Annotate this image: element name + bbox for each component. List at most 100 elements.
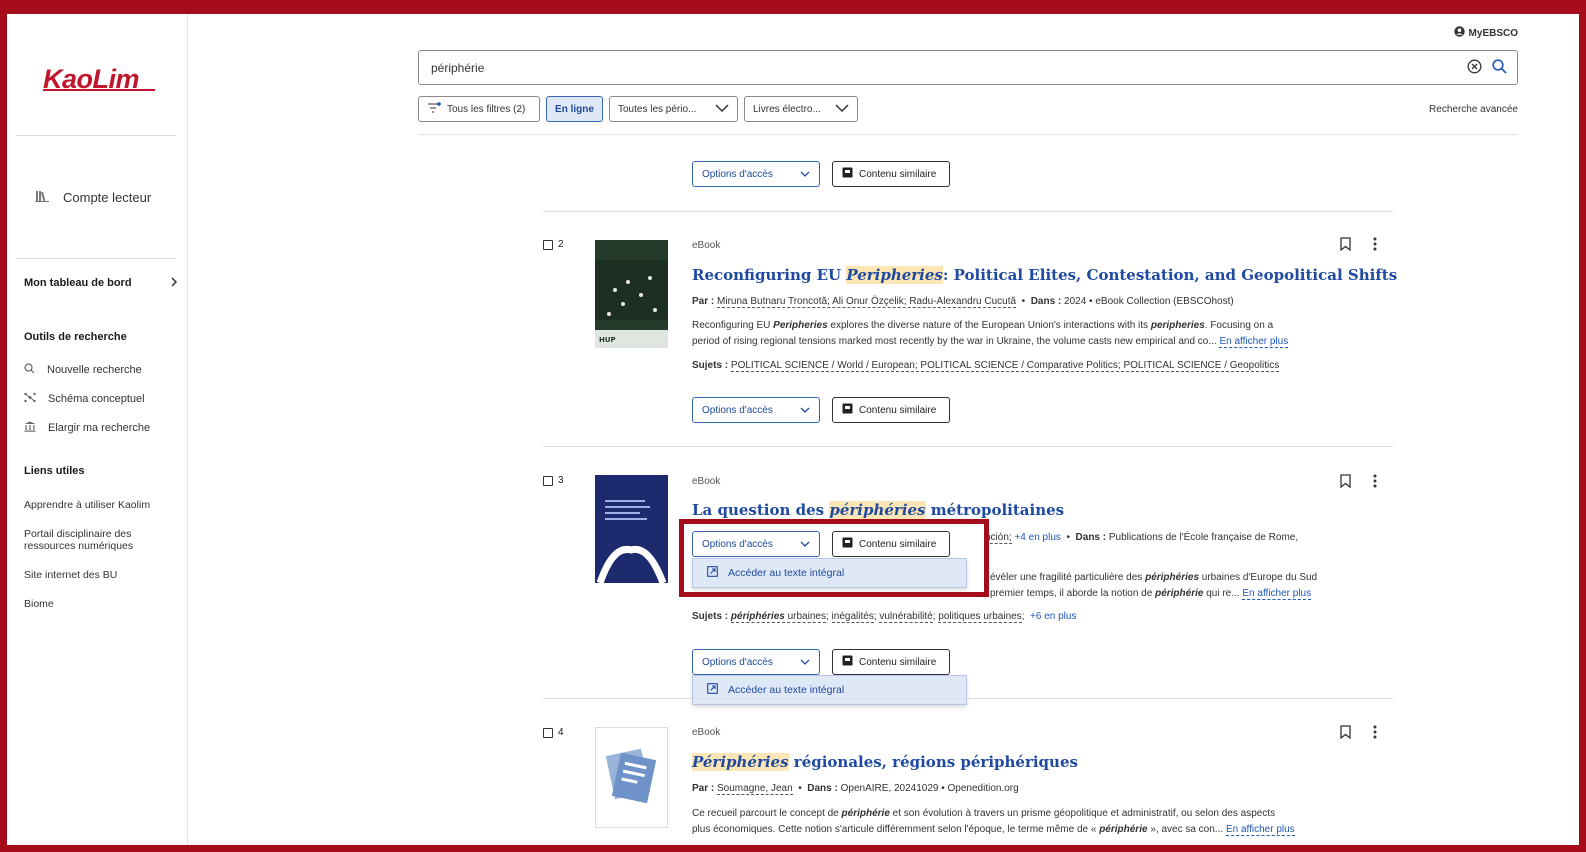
subjects-links[interactable]: POLITICAL SCIENCE / World / European; PO… — [730, 360, 1280, 372]
more-options-icon[interactable] — [1373, 725, 1377, 744]
similar-icon — [842, 655, 853, 669]
account-link[interactable]: Compte lecteur — [35, 190, 151, 205]
result-actions — [1340, 237, 1377, 256]
title-highlight: périphéries — [829, 501, 926, 519]
result-checkbox[interactable]: 3 — [543, 475, 564, 486]
myebsco-account[interactable]: MyEBSCO — [1453, 26, 1518, 40]
title-text: Reconfiguring EU — [692, 266, 847, 284]
concept-map-link[interactable]: Schéma conceptuel — [24, 392, 145, 406]
book-cover[interactable] — [595, 475, 668, 585]
subjects-label: Sujets : — [692, 611, 729, 622]
new-search-link[interactable]: Nouvelle recherche — [24, 363, 142, 377]
tools-heading: Outils de recherche — [24, 331, 127, 343]
access-options-label: Options d'accès — [702, 656, 773, 668]
result-title[interactable]: Périphéries régionales, régions périphér… — [692, 753, 1078, 771]
subject-link[interactable]: inégalités — [831, 611, 874, 623]
similar-content-button[interactable]: Contenu similaire — [832, 649, 950, 675]
show-more-link[interactable]: En afficher plus — [1225, 824, 1295, 836]
show-more-link[interactable]: En afficher plus — [1242, 588, 1312, 600]
fulltext-menu-item[interactable]: Accéder au texte intégral — [692, 675, 967, 705]
subject-link[interactable]: vulnérabilité — [879, 611, 933, 623]
highlight-box — [679, 519, 989, 597]
by-label: Par : — [692, 783, 715, 794]
chevron-down-icon — [800, 405, 810, 416]
concept-map-icon — [24, 392, 36, 406]
advanced-search-link[interactable]: Recherche avancée — [1429, 104, 1518, 115]
authors-link[interactable]: Soumagne, Jean — [717, 783, 793, 795]
logo-underline — [43, 89, 155, 91]
checkbox-box — [543, 727, 553, 738]
authors-link[interactable]: nción; — [985, 532, 1012, 544]
search-submit-icon[interactable] — [1492, 59, 1507, 77]
in-label: Dans : — [807, 783, 838, 794]
all-filters-button[interactable]: Tous les filtres (2) — [418, 96, 540, 122]
dashboard-link[interactable]: Mon tableau de bord — [24, 277, 178, 290]
access-options-button[interactable]: Options d'accès — [692, 397, 820, 423]
online-filter-button[interactable]: En ligne — [546, 96, 603, 122]
access-options-button[interactable]: Options d'accès — [692, 649, 820, 675]
similar-content-label: Contenu similaire — [859, 168, 937, 180]
result-title[interactable]: La question des périphéries métropolitai… — [692, 501, 1064, 519]
broaden-search-link[interactable]: Elargir ma recherche — [24, 421, 150, 435]
chevron-down-icon — [835, 103, 849, 115]
bookmark-icon[interactable] — [1340, 237, 1351, 256]
book-cover[interactable]: HUP — [595, 240, 668, 348]
external-link-icon — [707, 683, 718, 697]
chevron-right-icon — [170, 277, 178, 290]
fulltext-label: Accéder au texte intégral — [728, 684, 845, 696]
bu-website-link[interactable]: Site internet des BU — [24, 569, 174, 581]
authors-link[interactable]: Miruna Butnaru Troncotă; Ali Onur Özçeli… — [717, 296, 1017, 308]
library-icon — [24, 421, 36, 435]
search-icon — [24, 363, 35, 377]
result-subjects: Sujets : périphéries urbaines; inégalité… — [692, 611, 1077, 623]
document-placeholder-icon[interactable] — [595, 727, 668, 828]
myebsco-label: MyEBSCO — [1468, 27, 1518, 39]
portal-link[interactable]: Portail disciplinaire des ressources num… — [24, 528, 174, 552]
biome-link[interactable]: Biome — [24, 598, 174, 610]
search-input[interactable]: périphérie — [418, 50, 1518, 85]
show-more-link[interactable]: En afficher plus — [1219, 336, 1289, 348]
dashboard-label: Mon tableau de bord — [24, 277, 132, 289]
similar-content-button[interactable]: Contenu similaire — [832, 397, 950, 423]
in-label: Dans : — [1030, 296, 1062, 307]
access-options-label: Options d'accès — [702, 168, 773, 180]
more-subjects-link[interactable]: +6 en plus — [1030, 611, 1076, 622]
period-filter-dropdown[interactable]: Toutes les pério... — [609, 96, 738, 122]
svg-text:HUP: HUP — [599, 336, 616, 344]
user-icon — [1453, 26, 1465, 40]
bookmark-icon[interactable] — [1340, 725, 1351, 744]
result-separator — [543, 211, 1393, 212]
result-checkbox[interactable]: 2 — [543, 239, 564, 250]
checkbox-box — [543, 239, 553, 250]
result-number: 2 — [558, 239, 564, 250]
chevron-down-icon — [800, 169, 810, 180]
similar-content-label: Contenu similaire — [859, 656, 937, 668]
filter-bar: Tous les filtres (2) En ligne Toutes les… — [418, 96, 858, 122]
subject-link[interactable]: périphéries urbaines — [730, 611, 826, 623]
result-meta: nción; +4 en plus • Dans : Publications … — [985, 532, 1299, 544]
sidebar-divider — [16, 135, 176, 136]
checkbox-box — [543, 475, 553, 486]
title-text: métropolitaines — [925, 501, 1065, 519]
access-options-button[interactable]: Options d'accès — [692, 161, 820, 187]
learn-kaolim-link[interactable]: Apprendre à utiliser Kaolim — [24, 499, 174, 511]
result-title[interactable]: Reconfiguring EU Peripheries: Political … — [692, 266, 1397, 284]
more-options-icon[interactable] — [1373, 474, 1377, 493]
more-options-icon[interactable] — [1373, 237, 1377, 256]
useful-links-heading: Liens utiles — [24, 465, 85, 477]
type-filter-dropdown[interactable]: Livres électro... — [744, 96, 858, 122]
more-authors-link[interactable]: +4 en plus — [1014, 532, 1060, 543]
result-type: eBook — [692, 476, 721, 487]
search-input-value: périphérie — [431, 60, 485, 75]
result-checkbox[interactable]: 4 — [543, 727, 564, 738]
broaden-search-label: Elargir ma recherche — [48, 422, 151, 434]
similar-content-button[interactable]: Contenu similaire — [832, 161, 950, 187]
bookmark-icon[interactable] — [1340, 474, 1351, 493]
result-meta: Par : Miruna Butnaru Troncotă; Ali Onur … — [692, 296, 1234, 308]
type-filter-label: Livres électro... — [753, 103, 821, 115]
subject-link[interactable]: politiques urbaines — [938, 611, 1022, 623]
books-icon — [35, 190, 49, 205]
title-highlight: Peripheries — [846, 266, 943, 284]
sidebar: KaoLim Compte lecteur Mon tableau de bor… — [7, 14, 188, 845]
clear-icon[interactable] — [1467, 59, 1482, 77]
